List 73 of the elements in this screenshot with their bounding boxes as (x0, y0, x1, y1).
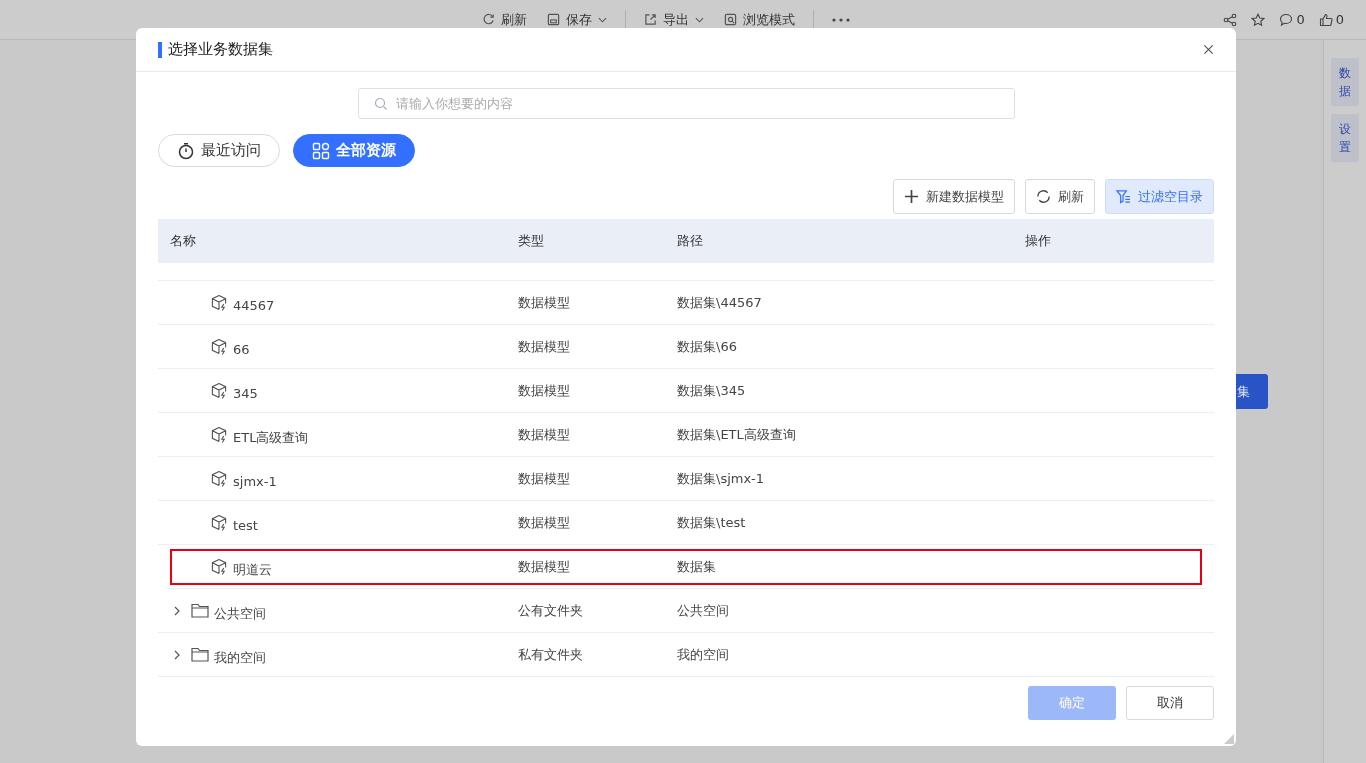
cube-icon (210, 514, 228, 532)
table-cell-text: 数据模型 (517, 557, 571, 576)
column-header: 名称 (169, 232, 197, 251)
table-cell-text: 数据集\sjmx-1 (676, 469, 766, 488)
table-cell-text: 数据集\ETL高级查询 (676, 425, 797, 444)
toolbar-button[interactable]: 刷新 (474, 6, 535, 33)
comment-button[interactable]: 0 (1279, 12, 1305, 27)
search-field[interactable]: 请输入你想要的内容 (357, 88, 1015, 120)
table-cell-text: 数据模型 (517, 425, 571, 444)
folder-icon (191, 646, 209, 664)
filter-icon (1116, 189, 1131, 205)
table-cell-text: 数据集\test (676, 513, 747, 532)
cube-icon (210, 294, 228, 312)
table-cell-text: 我的空间 (676, 645, 730, 664)
tab[interactable]: 最近访问 (158, 134, 280, 168)
cube-icon (210, 338, 228, 356)
chevron-icon[interactable] (174, 605, 180, 616)
side-tab[interactable]: 设置 (1331, 114, 1359, 162)
save-icon (547, 13, 560, 26)
preview-icon (724, 13, 737, 26)
table-cell[interactable]: ETL高级查询 (233, 428, 309, 447)
export-icon (644, 13, 657, 26)
table-cell-text: 数据模型 (517, 293, 571, 312)
toolbar-button[interactable]: 过滤空目录 (1105, 179, 1214, 215)
table-cell-text: 数据集\44567 (676, 293, 763, 312)
search-icon (373, 97, 388, 112)
table-cell[interactable]: 公共空间 (214, 604, 266, 623)
refresh-icon (482, 13, 495, 26)
close-icon[interactable] (1203, 44, 1214, 56)
cube-icon (210, 426, 228, 444)
toolbar-button[interactable]: 导出 (636, 6, 712, 33)
table-cell[interactable]: 我的空间 (214, 648, 266, 667)
table-cell-text: 数据模型 (517, 337, 571, 356)
table-cell-text: 数据集\345 (676, 381, 747, 400)
table-cell[interactable]: 44567 (233, 298, 275, 314)
plus-icon (904, 189, 919, 205)
column-header: 操作 (1024, 232, 1052, 251)
table-cell-text: 数据模型 (517, 381, 571, 400)
table-cell[interactable]: 66 (233, 342, 250, 358)
chevron-icon[interactable] (174, 649, 180, 660)
cancel-button[interactable]: 取消 (1126, 685, 1214, 720)
table-cell-text: 数据集\66 (676, 337, 738, 356)
toolbar-button[interactable]: 浏览模式 (716, 6, 803, 33)
star-icon[interactable] (1251, 12, 1266, 27)
table-cell[interactable]: sjmx-1 (233, 474, 277, 490)
more-icon[interactable] (832, 17, 850, 22)
cube-icon (210, 382, 228, 400)
table-cell-text: 私有文件夹 (517, 645, 584, 664)
resize-grip-icon[interactable] (1224, 734, 1234, 744)
side-tab[interactable]: 数据 (1331, 58, 1359, 106)
tab[interactable]: 全部资源 (293, 134, 415, 168)
dialog-title: 选择业务数据集 (168, 40, 273, 60)
table-cell-text: 数据模型 (517, 469, 571, 488)
table-cell[interactable]: 明道云 (233, 560, 272, 579)
table-cell-text: 数据集 (676, 557, 717, 576)
toolbar-button[interactable]: 新建数据模型 (893, 179, 1015, 215)
cube-icon (210, 470, 228, 488)
folder-icon (191, 602, 209, 620)
share-icon[interactable] (1223, 12, 1238, 27)
table-cell-text: 数据模型 (517, 513, 571, 532)
table-cell[interactable]: 345 (233, 386, 258, 402)
table-cell-text: 公有文件夹 (517, 601, 584, 620)
like-button[interactable]: 0 (1318, 12, 1344, 27)
stopwatch-icon (177, 141, 195, 160)
cube-icon (210, 558, 228, 576)
table-cell[interactable]: test (233, 518, 258, 534)
refresh-icon (1036, 189, 1051, 205)
column-header: 类型 (517, 232, 545, 251)
toolbar-button[interactable]: 刷新 (1025, 179, 1095, 215)
grid-icon (312, 141, 330, 160)
toolbar-button[interactable]: 保存 (539, 6, 615, 33)
table-cell-text: 公共空间 (676, 601, 730, 620)
column-header: 路径 (676, 232, 704, 251)
